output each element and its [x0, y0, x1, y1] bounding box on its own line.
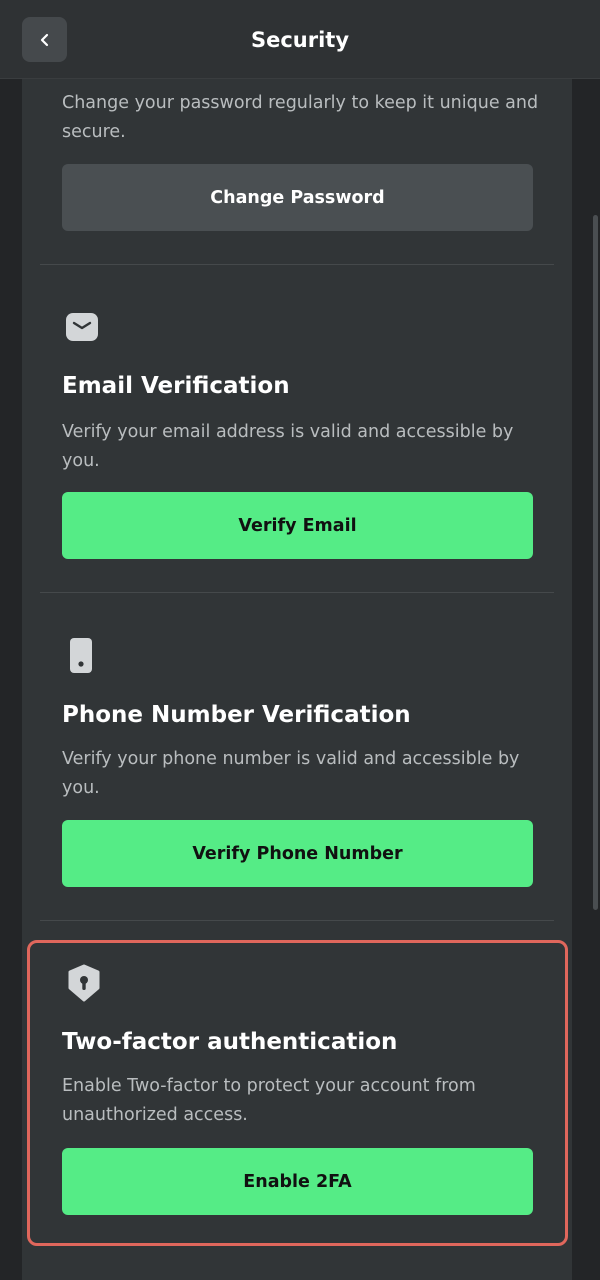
section-divider [40, 920, 554, 921]
section-divider [40, 592, 554, 593]
phone-icon [70, 638, 92, 673]
email-verification-title: Email Verification [62, 373, 290, 399]
chevron-left-icon [40, 33, 48, 46]
envelope-icon [66, 313, 98, 341]
security-page: Security Change your password regularly … [0, 0, 600, 1280]
back-button[interactable] [22, 17, 67, 62]
phone-verification-title: Phone Number Verification [62, 702, 411, 728]
change-password-button[interactable]: Change Password [62, 164, 533, 231]
two-factor-description: Enable Two-factor to protect your accoun… [62, 1076, 476, 1125]
scrollbar-thumb[interactable] [593, 215, 598, 910]
page-title: Security [250, 28, 350, 52]
verify-phone-number-button[interactable]: Verify Phone Number [62, 820, 533, 887]
password-description: Change your password regularly to keep i… [62, 93, 539, 142]
phone-verification-description: Verify your phone number is valid and ac… [62, 749, 520, 798]
enable-2fa-button[interactable]: Enable 2FA [62, 1148, 533, 1215]
verify-email-button[interactable]: Verify Email [62, 492, 533, 559]
shield-keyhole-icon [68, 964, 100, 1002]
email-verification-description: Verify your email address is valid and a… [62, 422, 514, 471]
two-factor-title: Two-factor authentication [62, 1029, 398, 1055]
left-gutter [0, 78, 22, 1280]
section-divider [40, 264, 554, 265]
top-bar: Security [0, 0, 600, 79]
